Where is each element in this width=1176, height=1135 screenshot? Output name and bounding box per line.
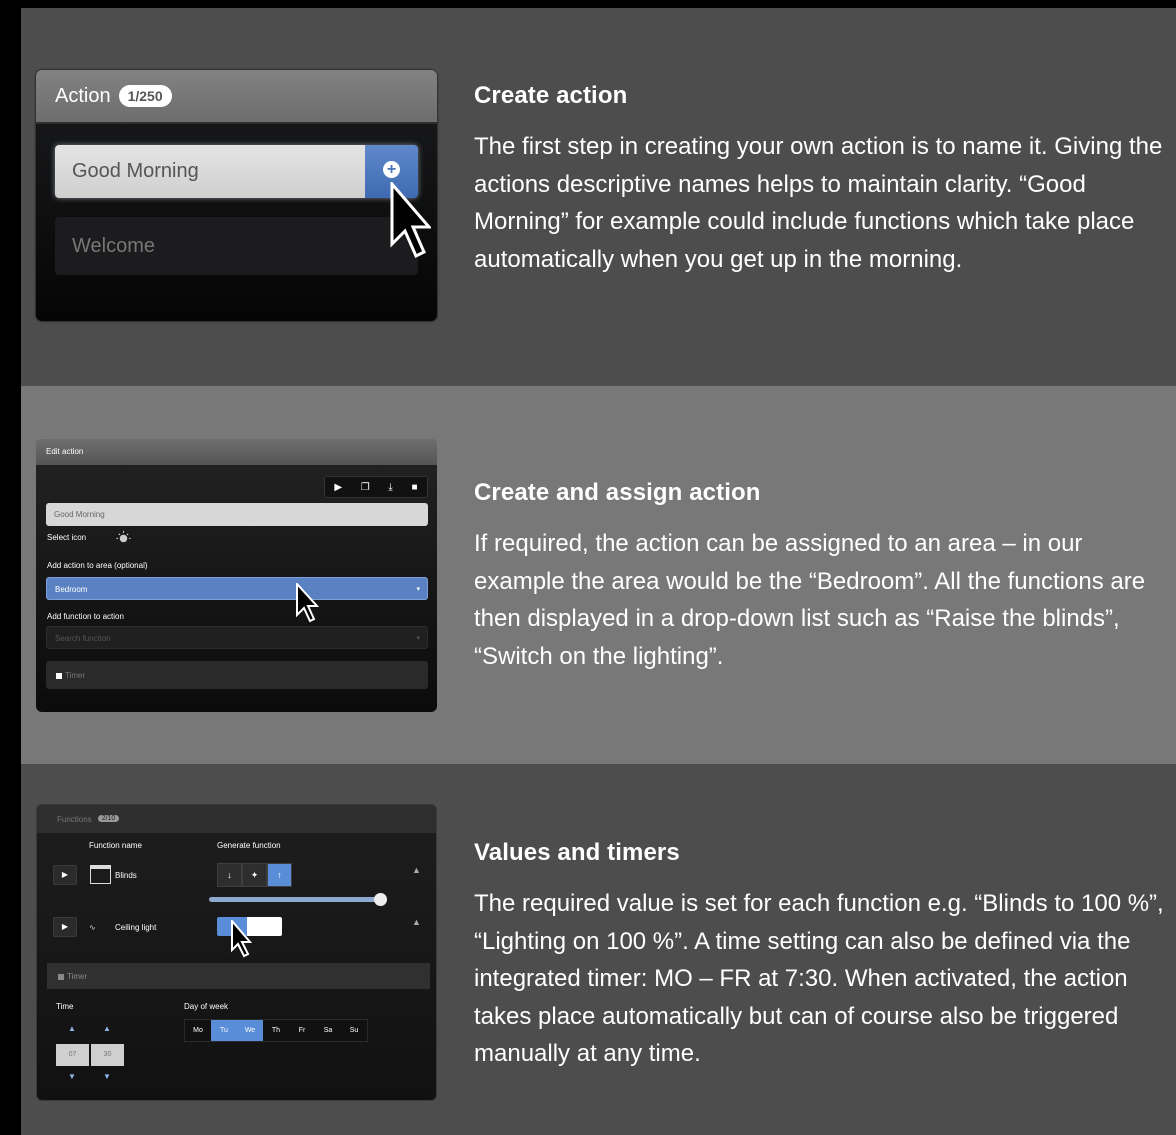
timer-section-header[interactable]: Timer bbox=[47, 963, 430, 989]
trash-icon[interactable]: ▲ bbox=[412, 865, 421, 875]
section2-heading: Create and assign action bbox=[474, 479, 761, 506]
top-edge bbox=[0, 0, 1176, 8]
action-panel-header: Action 1/250 bbox=[36, 70, 437, 124]
edit-action-toolbar: ▶ ❐ ⤓ ■ bbox=[324, 476, 428, 498]
mouse-pointer-icon bbox=[296, 583, 319, 623]
play-button[interactable]: ▶ bbox=[53, 865, 77, 885]
section3-text: Values and timers The required value is … bbox=[474, 839, 1164, 1073]
section2-body: If required, the action can be assigned … bbox=[474, 530, 1146, 670]
functions-panel-screenshot: Functions 2/10 Function name Generate fu… bbox=[36, 804, 437, 1101]
action-panel-screenshot: Action 1/250 + Welcome bbox=[36, 70, 437, 321]
action-count-badge: 1/250 bbox=[118, 85, 172, 107]
download-icon[interactable]: ⤓ bbox=[388, 482, 392, 493]
day-tu[interactable]: Tu bbox=[211, 1020, 237, 1041]
play-button[interactable]: ▶ bbox=[53, 917, 77, 937]
trash-icon[interactable]: ■ bbox=[412, 482, 418, 493]
section2-text: Create and assign action If required, th… bbox=[474, 479, 1164, 675]
function-name-ceiling-light: Ceiling light bbox=[115, 923, 157, 932]
arrow-up-icon[interactable]: ↑ bbox=[267, 863, 292, 887]
day-of-week-picker: Mo Tu We Th Fr Sa Su bbox=[184, 1019, 368, 1042]
select-icon-label: Select icon bbox=[47, 533, 87, 542]
arrow-down-icon[interactable]: ↓ bbox=[217, 863, 242, 887]
minute-field[interactable]: 30 bbox=[91, 1044, 124, 1066]
minute-down-icon[interactable]: ▼ bbox=[103, 1072, 111, 1081]
action-name-input[interactable]: Good Morning bbox=[46, 503, 428, 526]
action-panel-title: Action bbox=[55, 84, 111, 107]
functions-count-badge: 2/10 bbox=[97, 815, 120, 822]
functions-title: Functions bbox=[57, 815, 92, 824]
section1-heading: Create action bbox=[474, 82, 628, 109]
function-search-select[interactable]: Search function ▾ bbox=[46, 626, 428, 649]
chevron-down-icon: ▾ bbox=[416, 635, 420, 642]
day-th[interactable]: Th bbox=[263, 1020, 289, 1041]
function-label: Add function to action bbox=[47, 612, 124, 621]
day-we[interactable]: We bbox=[237, 1020, 263, 1041]
action-list-item[interactable]: Welcome bbox=[55, 217, 418, 275]
timer-label: Timer bbox=[65, 671, 86, 680]
section-values-timers: Functions 2/10 Function name Generate fu… bbox=[21, 764, 1176, 1135]
section1-body: The first step in creating your own acti… bbox=[474, 133, 1163, 273]
chevron-down-icon: ▾ bbox=[416, 586, 420, 593]
area-select[interactable]: Bedroom ▾ bbox=[46, 577, 428, 600]
day-su[interactable]: Su bbox=[341, 1020, 367, 1041]
action-name-input[interactable] bbox=[55, 145, 365, 198]
edit-action-screenshot: Edit action ▶ ❐ ⤓ ■ Good Morning Select … bbox=[36, 439, 437, 712]
sun-icon[interactable] bbox=[116, 530, 131, 545]
col-generate-function: Generate function bbox=[217, 841, 281, 850]
day-mo[interactable]: Mo bbox=[185, 1020, 211, 1041]
trash-icon[interactable]: ▲ bbox=[412, 917, 421, 927]
hour-field[interactable]: 07 bbox=[56, 1044, 89, 1066]
area-select-value: Bedroom bbox=[55, 585, 88, 594]
function-search-placeholder: Search function bbox=[55, 634, 111, 643]
section-create-assign-action: Edit action ▶ ❐ ⤓ ■ Good Morning Select … bbox=[21, 386, 1176, 764]
hour-up-icon[interactable]: ▲ bbox=[68, 1024, 76, 1033]
ceiling-light-icon: ∿ bbox=[89, 923, 96, 932]
function-name-blinds: Blinds bbox=[115, 871, 137, 880]
hour-down-icon[interactable]: ▼ bbox=[68, 1072, 76, 1081]
blinds-icon bbox=[90, 865, 111, 884]
checkbox-icon[interactable] bbox=[58, 973, 64, 980]
minute-up-icon[interactable]: ▲ bbox=[103, 1024, 111, 1033]
timer-toggle[interactable]: Timer bbox=[46, 661, 428, 689]
timer-label: Timer bbox=[67, 972, 88, 981]
time-label: Time bbox=[56, 1002, 74, 1011]
section1-text: Create action The first step in creating… bbox=[474, 82, 1164, 278]
day-of-week-label: Day of week bbox=[184, 1002, 229, 1011]
day-fr[interactable]: Fr bbox=[289, 1020, 315, 1041]
day-sa[interactable]: Sa bbox=[315, 1020, 341, 1041]
stop-icon[interactable]: ✦ bbox=[242, 863, 267, 887]
copy-icon[interactable]: ❐ bbox=[361, 482, 370, 493]
area-label: Add action to area (optional) bbox=[47, 561, 148, 570]
checkbox-icon[interactable] bbox=[56, 672, 62, 679]
col-function-name: Function name bbox=[89, 841, 142, 850]
section3-body: The required value is set for each funct… bbox=[474, 890, 1164, 1067]
edit-action-header: Edit action bbox=[36, 439, 437, 465]
mouse-pointer-icon bbox=[390, 182, 431, 259]
play-icon[interactable]: ▶ bbox=[334, 482, 342, 493]
section3-heading: Values and timers bbox=[474, 839, 680, 866]
blinds-level-slider[interactable] bbox=[209, 897, 381, 902]
toggle-off-side bbox=[247, 917, 282, 936]
slider-handle[interactable] bbox=[374, 893, 387, 906]
left-edge bbox=[0, 0, 21, 1135]
action-name-field-group: + bbox=[55, 145, 418, 198]
blinds-controls: ↓ ✦ ↑ bbox=[217, 863, 292, 887]
mouse-pointer-icon bbox=[231, 920, 252, 958]
plus-circle-icon: + bbox=[383, 161, 400, 178]
functions-header: Functions 2/10 bbox=[37, 805, 436, 833]
section-create-action: Action 1/250 + Welcome Create action The… bbox=[21, 8, 1176, 386]
